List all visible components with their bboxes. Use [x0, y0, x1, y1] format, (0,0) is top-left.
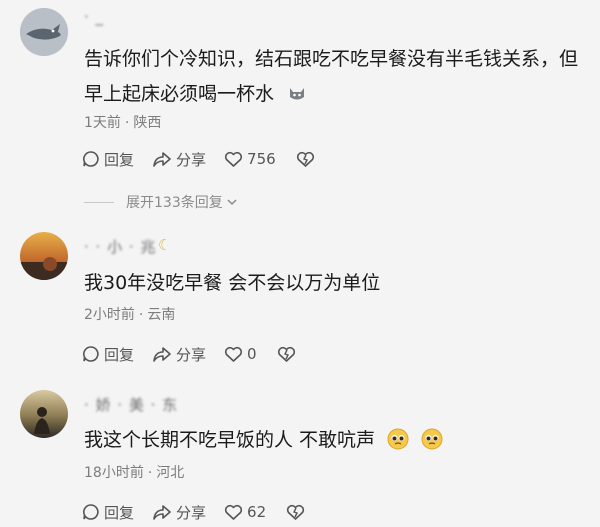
- cat-emoji-icon: [288, 84, 306, 106]
- meta-separator: ·: [124, 115, 130, 131]
- timestamp: 18小时前: [84, 465, 144, 481]
- comment-meta: 18小时前 · 河北: [84, 462, 184, 482]
- share-label: 分享: [176, 345, 207, 364]
- avatar[interactable]: [20, 8, 68, 56]
- comment-actions: 回复 分享 756: [82, 148, 337, 170]
- divider-line: [84, 201, 114, 203]
- share-label: 分享: [176, 503, 207, 522]
- comment-text: 我这个长期不吃早饭的人 不敢吭声: [84, 423, 584, 462]
- location: 河北: [156, 465, 185, 481]
- broken-heart-icon: [296, 151, 314, 167]
- comment-actions: 回复 分享 62: [82, 501, 327, 523]
- dislike-button[interactable]: [286, 504, 309, 521]
- reply-label: 回复: [104, 345, 135, 364]
- expand-replies-button[interactable]: 展开133条回复: [84, 192, 238, 212]
- share-icon: [153, 505, 171, 520]
- meta-separator: ·: [147, 465, 153, 481]
- moon-emoji-icon: ☾: [158, 236, 172, 254]
- comment-actions: 回复 分享 0: [82, 343, 318, 365]
- like-button[interactable]: 756: [224, 150, 276, 168]
- share-button[interactable]: 分享: [152, 502, 206, 523]
- silhouette-avatar-icon: [20, 390, 68, 438]
- comment-text-content: 我这个长期不吃早饭的人 不敢吭声: [84, 429, 376, 451]
- shark-avatar-icon: [20, 8, 68, 56]
- share-icon: [153, 347, 171, 362]
- reply-label: 回复: [104, 150, 135, 169]
- share-button[interactable]: 分享: [152, 344, 206, 365]
- expand-replies-label: 展开133条回复: [126, 195, 223, 211]
- reply-icon: [83, 151, 99, 167]
- pleading-face-emoji-icon: [421, 427, 443, 462]
- avatar[interactable]: [20, 232, 68, 280]
- sunset-avatar-icon: [20, 232, 68, 280]
- avatar[interactable]: [20, 390, 68, 438]
- like-count: 756: [247, 150, 276, 168]
- meta-separator: ·: [138, 307, 144, 323]
- like-count: 62: [247, 503, 267, 521]
- reply-button[interactable]: 回复: [82, 149, 134, 170]
- comment-text: 我30年没吃早餐 会不会以万为单位: [84, 272, 381, 294]
- timestamp: 2小时前: [84, 307, 135, 323]
- like-button[interactable]: 0: [224, 345, 257, 363]
- chevron-down-icon: [227, 199, 237, 206]
- reply-label: 回复: [104, 503, 135, 522]
- broken-heart-icon: [287, 504, 305, 520]
- pleading-face-emoji-icon: [387, 427, 409, 462]
- comment-meta: 2小时前 · 云南: [84, 304, 175, 324]
- location: 陕西: [133, 115, 162, 131]
- comment-meta: 1天前 · 陕西: [84, 112, 161, 132]
- dislike-button[interactable]: [296, 151, 319, 168]
- username[interactable]: · · 小 · 兆: [84, 236, 156, 257]
- comment-text: 告诉你们个冷知识，结石跟吃不吃早餐没有半毛钱关系，但早上起床必须喝一杯水: [84, 48, 579, 105]
- username[interactable]: · _: [84, 8, 104, 26]
- share-button[interactable]: 分享: [152, 149, 206, 170]
- like-button[interactable]: 62: [224, 503, 266, 521]
- like-count: 0: [247, 345, 257, 363]
- location: 云南: [147, 307, 176, 323]
- dislike-button[interactable]: [277, 346, 300, 363]
- reply-icon: [83, 346, 99, 362]
- reply-button[interactable]: 回复: [82, 502, 134, 523]
- share-icon: [153, 152, 171, 167]
- heart-icon: [224, 151, 243, 167]
- broken-heart-icon: [277, 346, 295, 362]
- reply-button[interactable]: 回复: [82, 344, 134, 365]
- reply-icon: [83, 504, 99, 520]
- share-label: 分享: [176, 150, 207, 169]
- heart-icon: [224, 346, 243, 362]
- username[interactable]: · 娇 · 美 · 东: [84, 394, 178, 415]
- heart-icon: [224, 504, 243, 520]
- timestamp: 1天前: [84, 115, 121, 131]
